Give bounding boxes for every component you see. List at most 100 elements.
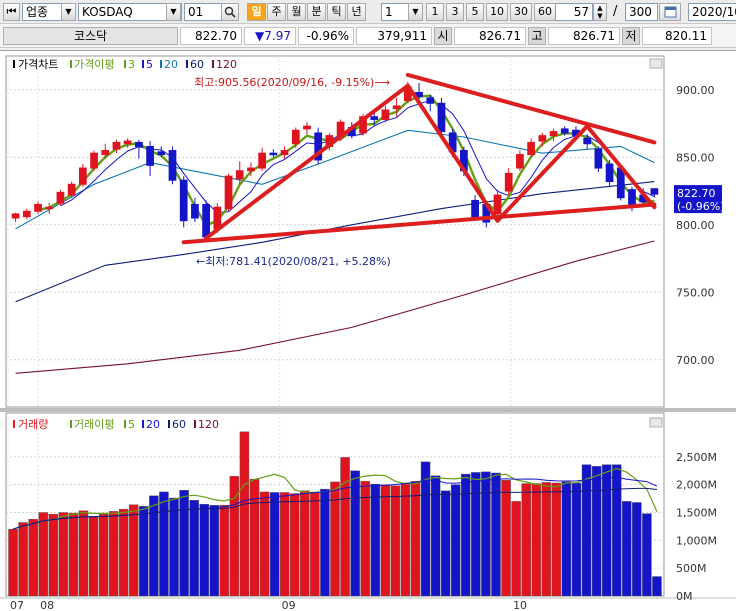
search-button[interactable] <box>221 3 239 21</box>
candle-body <box>78 167 87 185</box>
volume-bar <box>159 491 169 597</box>
candle-body <box>493 194 502 215</box>
volume-bar <box>601 464 612 597</box>
volume-bar <box>279 492 290 597</box>
candle-body <box>650 188 659 195</box>
volume-bar <box>219 505 230 597</box>
legend-marker <box>124 420 126 428</box>
market-dropdown-chevron-icon[interactable]: ▼ <box>61 3 76 21</box>
volume-bar <box>179 490 189 597</box>
price-legend-item: 가격이평 <box>74 58 114 71</box>
open-label: 시 <box>434 27 452 45</box>
index-dropdown-chevron-icon[interactable]: ▼ <box>166 3 181 21</box>
quote-bar: 코스닥 822.70 ▼7.97 -0.96% 379,911 시 826.71… <box>0 24 736 48</box>
volume-bar <box>38 512 48 597</box>
high-annotation: 최고:905.56(2020/09/16, -9.15%)⟶ <box>194 76 390 89</box>
volume-bar <box>642 513 652 597</box>
index-name: 코스닥 <box>3 27 178 45</box>
volume-bar <box>521 483 531 597</box>
volume-bar <box>461 473 471 597</box>
x-axis-label: 09 <box>282 599 296 611</box>
volume-bar <box>108 511 119 597</box>
chart-area[interactable]: 900.00 850.00 800.00 750.00 700.00 2,500M 2,00… <box>0 50 736 611</box>
total-count-input[interactable]: 300 <box>625 3 658 21</box>
panel-toggle-icon[interactable]: ⏮ <box>3 3 20 21</box>
price-axis-tick: 800.00 <box>676 219 715 232</box>
volume-legend-item: 거래이평 <box>74 418 114 431</box>
candle-body <box>303 125 311 130</box>
candle-body <box>605 163 614 183</box>
volume-chart-title: 거래량 <box>18 418 48 431</box>
candle-body <box>392 105 401 110</box>
candle-body <box>280 150 289 156</box>
price-axis-tick: 900.00 <box>676 84 715 97</box>
candle-body <box>11 213 20 219</box>
candle-body <box>471 199 479 218</box>
price-axis-tick: 850.00 <box>676 151 715 164</box>
volume-bar <box>58 512 69 597</box>
count-separator: / <box>613 4 618 19</box>
candle-body <box>202 204 210 238</box>
period-tab-3[interactable]: 분 <box>307 3 326 21</box>
period-tab-0[interactable]: 일 <box>247 3 266 21</box>
x-axis-label: 07 <box>10 599 24 611</box>
high-label: 고 <box>528 27 546 45</box>
legend-marker <box>194 420 196 428</box>
volume-bar <box>139 506 149 597</box>
volume-axis-tick: 0M <box>676 590 693 603</box>
count-input[interactable]: 57 <box>555 3 593 21</box>
period-tab-5[interactable]: 년 <box>347 3 366 21</box>
candle-body <box>437 102 446 133</box>
price-legend-item: 20 <box>164 58 178 71</box>
volume-axis-tick: 1,000M <box>676 534 717 547</box>
candle-body <box>291 129 300 145</box>
candle-body <box>146 145 154 166</box>
interval-dropdown-chevron-icon[interactable]: ▼ <box>408 3 423 21</box>
candle-body <box>381 109 390 120</box>
x-axis-label: 08 <box>40 599 54 611</box>
volume-bar <box>350 470 360 597</box>
legend-marker <box>70 420 72 428</box>
volume-bar <box>430 475 441 597</box>
count-stepper[interactable]: ▲ ▼ <box>593 3 607 21</box>
volume-bar <box>98 513 109 597</box>
period-tab-2[interactable]: 월 <box>287 3 306 21</box>
legend-marker <box>124 60 126 68</box>
volume-bar <box>169 497 179 597</box>
period-tab-1[interactable]: 주 <box>267 3 286 21</box>
volume-bar <box>410 481 421 597</box>
interval-button-30[interactable]: 30 <box>510 3 532 21</box>
volume-bar <box>48 513 59 597</box>
interval-select[interactable]: 1 <box>381 3 411 21</box>
price-axis-tick: 700.00 <box>676 354 715 367</box>
candle-body <box>191 204 199 219</box>
volume-bar <box>310 492 320 597</box>
chart-svg[interactable]: 900.00 850.00 800.00 750.00 700.00 2,500M 2,00… <box>0 51 736 611</box>
candle-body <box>583 137 592 145</box>
interval-button-5[interactable]: 5 <box>466 3 484 21</box>
interval-button-10[interactable]: 10 <box>486 3 508 21</box>
candle-body <box>224 175 233 210</box>
market-select[interactable]: 업종 <box>22 3 62 21</box>
candle-body <box>22 210 31 218</box>
legend-marker <box>168 420 170 428</box>
price-change: ▼7.97 <box>244 27 296 45</box>
candle-body <box>45 206 54 210</box>
volume-bar <box>320 488 330 597</box>
legend-marker <box>70 60 72 68</box>
interval-button-60[interactable]: 60 <box>534 3 556 21</box>
candle-body <box>247 167 255 172</box>
price-legend-item: 5 <box>146 58 153 71</box>
date-input[interactable]: 2020/10/ <box>688 3 736 21</box>
volume-axis-tick: 500M <box>676 562 707 575</box>
interval-button-3[interactable]: 3 <box>446 3 464 21</box>
code-input[interactable]: 01 <box>184 3 222 21</box>
trade-volume: 379,911 <box>356 27 432 45</box>
interval-button-1[interactable]: 1 <box>426 3 444 21</box>
period-tab-4[interactable]: 틱 <box>327 3 346 21</box>
volume-bar <box>199 503 209 597</box>
volume-bar <box>88 516 99 597</box>
candle-body <box>112 141 121 150</box>
candle-body <box>594 148 603 169</box>
calendar-button[interactable] <box>659 3 681 21</box>
